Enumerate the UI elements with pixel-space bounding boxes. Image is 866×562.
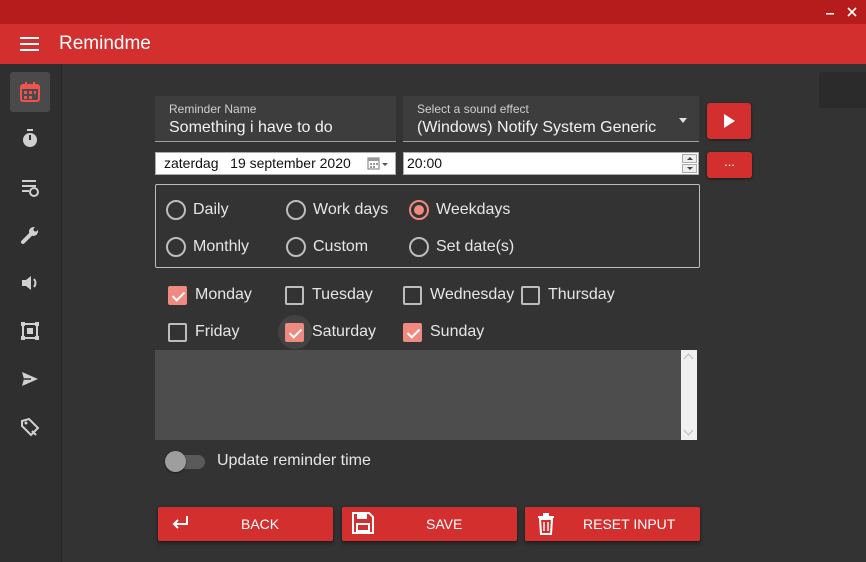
radio-circle xyxy=(166,200,186,220)
radio-circle xyxy=(166,237,186,257)
volume-icon xyxy=(22,276,37,290)
radio-custom[interactable]: Custom xyxy=(286,236,368,258)
radio-daily[interactable]: Daily xyxy=(166,199,229,221)
notification-panel-tab[interactable] xyxy=(819,72,866,108)
checkbox-box xyxy=(403,285,422,305)
toggle-knob xyxy=(165,451,186,472)
list-settings-icon xyxy=(22,180,39,197)
radio-label: Monthly xyxy=(193,238,250,255)
checkbox-monday[interactable]: Monday xyxy=(168,284,252,306)
update-time-label: Update reminder time xyxy=(217,452,371,469)
radio-circle xyxy=(409,200,429,220)
checkbox-box xyxy=(168,322,187,342)
wrench-icon xyxy=(21,227,38,244)
checkbox-label: Saturday xyxy=(312,323,377,340)
checkbox-box xyxy=(403,322,422,342)
app-bar: Remindme xyxy=(0,24,866,64)
checkbox-tuesday[interactable]: Tuesday xyxy=(285,284,373,306)
checkbox-label: Friday xyxy=(195,323,240,340)
spinner-up-icon[interactable] xyxy=(682,154,697,163)
back-button[interactable]: BACK xyxy=(158,507,333,541)
send-icon xyxy=(22,372,38,386)
save-button[interactable]: SAVE xyxy=(342,507,517,541)
checkbox-label: Monday xyxy=(195,286,252,303)
radio-circle xyxy=(286,237,306,257)
sound-effect-value: (Windows) Notify System Generic xyxy=(417,119,657,136)
sidebar-item-calendar[interactable] xyxy=(10,72,50,112)
play-sound-button[interactable] xyxy=(707,103,751,139)
back-icon xyxy=(170,513,190,536)
radio-label: Daily xyxy=(193,201,229,218)
checkbox-label: Sunday xyxy=(430,323,485,340)
minimize-icon xyxy=(826,13,834,15)
checkbox-sunday[interactable]: Sunday xyxy=(403,321,484,343)
date-value: zaterdag 19 september 2020 xyxy=(164,155,351,171)
update-time-toggle[interactable] xyxy=(165,451,207,472)
calendar-icon xyxy=(20,82,40,102)
checkbox-friday[interactable]: Friday xyxy=(168,321,239,343)
reminder-name-value: Something i have to do xyxy=(169,119,333,136)
resize-icon xyxy=(21,322,39,340)
checkbox-wednesday[interactable]: Wednesday xyxy=(403,284,514,306)
sidebar-item-volume[interactable] xyxy=(10,263,50,303)
radio-label: Custom xyxy=(313,238,369,255)
scroll-up-icon[interactable] xyxy=(683,353,694,364)
spinner-down-icon[interactable] xyxy=(682,164,697,173)
chevron-down-icon xyxy=(679,118,687,123)
checkbox-box xyxy=(168,285,187,305)
radio-circle xyxy=(286,200,306,220)
trash-icon xyxy=(537,513,555,538)
reminder-name-label: Reminder Name xyxy=(169,102,257,116)
checkbox-box xyxy=(521,285,540,305)
play-icon xyxy=(724,114,735,128)
sound-effect-select[interactable]: Select a sound effect (Windows) Notify S… xyxy=(403,96,699,142)
date-picker[interactable]: zaterdag 19 september 2020 xyxy=(155,152,396,175)
sidebar xyxy=(0,64,62,562)
reset-input-button[interactable]: RESET INPUT xyxy=(525,507,700,541)
calendar-dropdown-icon[interactable] xyxy=(367,156,389,175)
save-icon xyxy=(351,511,375,538)
note-scrollbar[interactable] xyxy=(681,350,697,440)
reminder-name-field[interactable]: Reminder Name Something i have to do xyxy=(155,96,396,142)
radio-work-days[interactable]: Work days xyxy=(286,199,388,221)
close-window-button[interactable] xyxy=(843,3,861,21)
menu-icon[interactable] xyxy=(20,37,39,51)
sidebar-item-wrench[interactable] xyxy=(10,215,50,255)
sidebar-item-resize[interactable] xyxy=(10,311,50,351)
radio-label: Weekdays xyxy=(436,201,511,218)
sidebar-item-tag[interactable] xyxy=(10,407,50,447)
note-textarea[interactable] xyxy=(155,350,697,440)
reset-input-label: RESET INPUT xyxy=(583,516,676,532)
radio-circle xyxy=(409,237,429,257)
time-value: 20:00 xyxy=(407,155,443,171)
radio-weekdays[interactable]: Weekdays xyxy=(409,199,510,221)
sound-effect-label: Select a sound effect xyxy=(417,102,529,116)
radio-label: Work days xyxy=(313,201,389,218)
checkbox-box xyxy=(285,322,304,342)
window-title-bar xyxy=(0,0,866,24)
close-icon xyxy=(847,7,857,17)
radio-monthly[interactable]: Monthly xyxy=(166,236,249,258)
save-label: SAVE xyxy=(426,516,463,532)
checkbox-label: Wednesday xyxy=(430,286,515,303)
more-options-button[interactable]: ... xyxy=(707,152,752,178)
checkbox-label: Tuesday xyxy=(312,286,373,303)
sidebar-item-timer[interactable] xyxy=(10,119,50,159)
checkbox-thursday[interactable]: Thursday xyxy=(521,284,615,306)
checkbox-box xyxy=(285,285,304,305)
app-title: Remindme xyxy=(59,33,151,54)
time-input[interactable]: 20:00 xyxy=(403,152,699,175)
radio-set-dates[interactable]: Set date(s) xyxy=(409,236,514,258)
sidebar-item-list-settings[interactable] xyxy=(10,167,50,207)
checkbox-saturday[interactable]: Saturday xyxy=(285,321,376,343)
checkbox-label: Thursday xyxy=(548,286,615,303)
timer-icon xyxy=(23,129,37,147)
back-label: BACK xyxy=(241,516,280,532)
scroll-down-icon[interactable] xyxy=(683,425,694,436)
time-spinner[interactable] xyxy=(682,154,697,173)
minimize-button[interactable] xyxy=(821,3,839,21)
tag-icon xyxy=(21,417,40,437)
sidebar-item-send[interactable] xyxy=(10,359,50,399)
radio-label: Set date(s) xyxy=(436,238,515,255)
